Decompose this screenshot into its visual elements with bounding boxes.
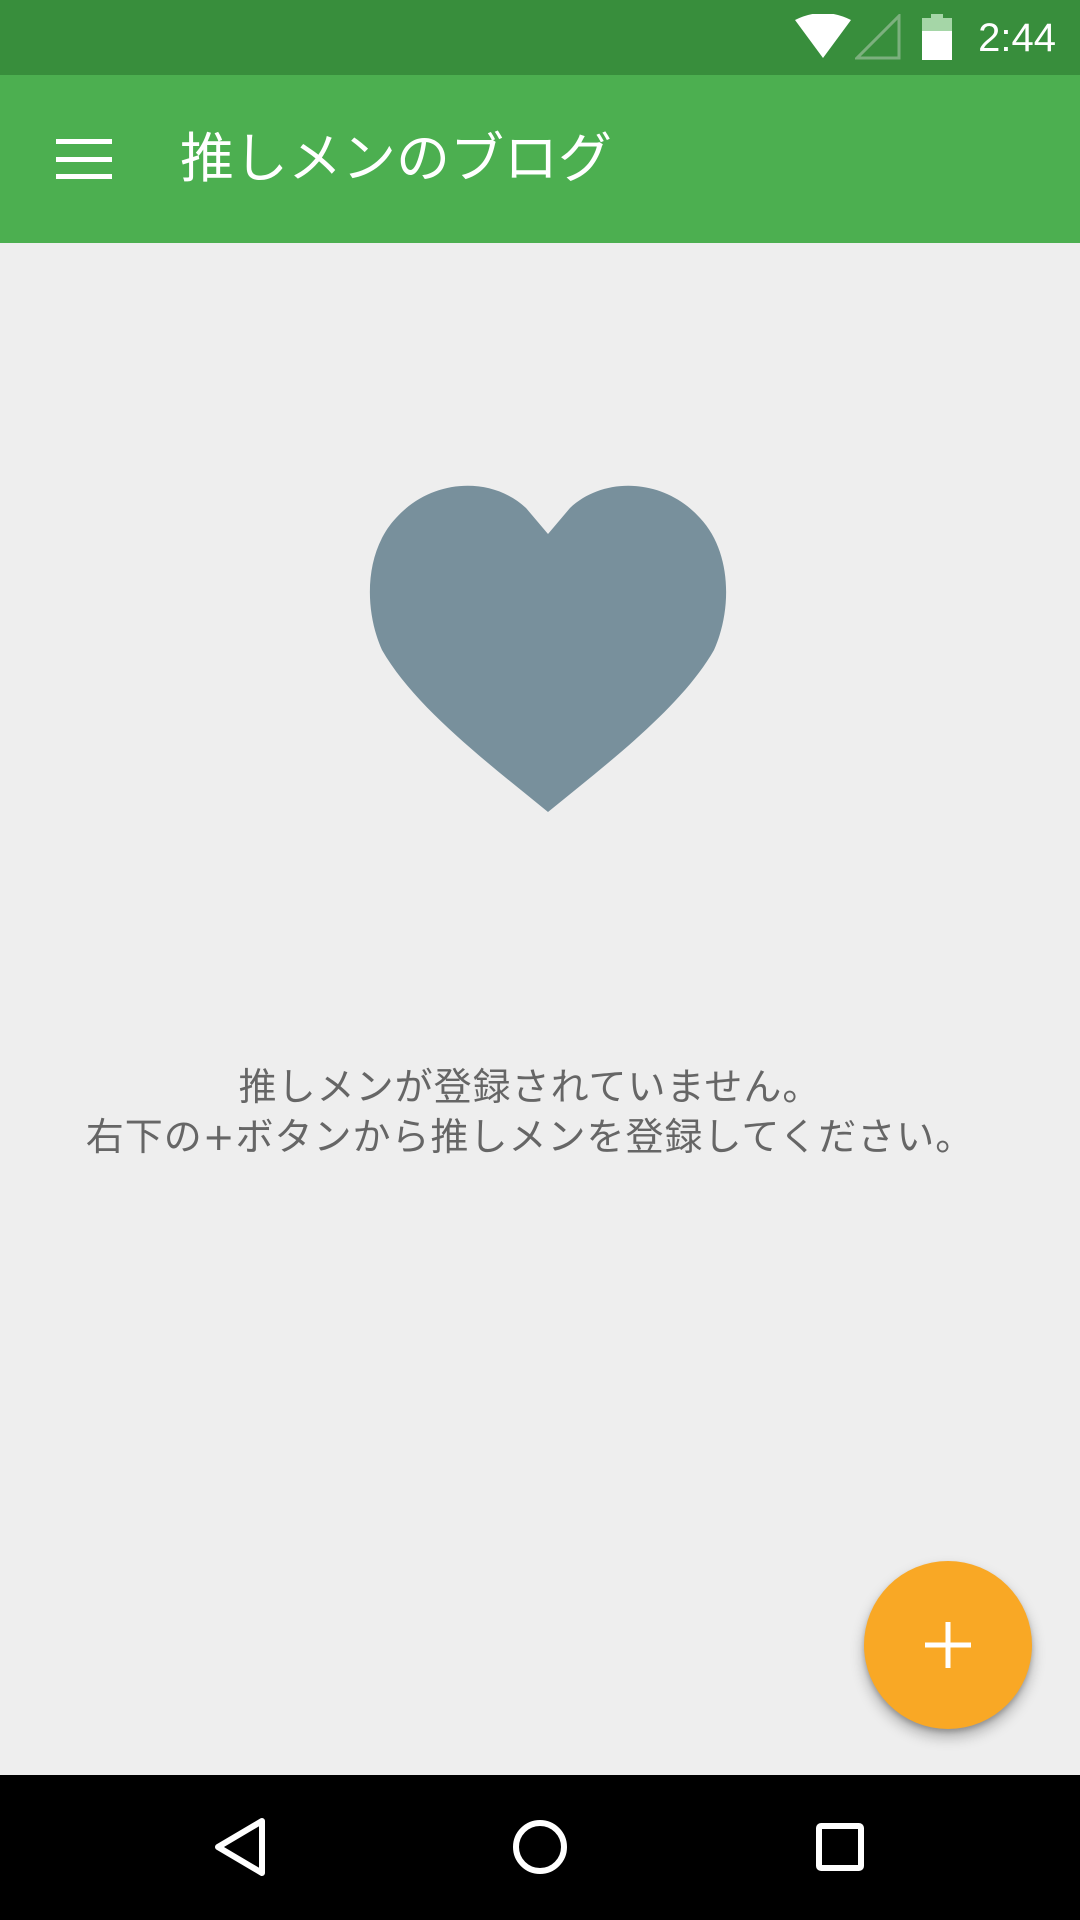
back-button[interactable] [190,1797,290,1897]
menu-button[interactable] [36,117,132,201]
status-time: 2:44 [978,16,1056,60]
navigation-bar [0,1775,1080,1920]
recents-button[interactable] [790,1797,890,1897]
hamburger-menu-icon[interactable] [56,139,112,179]
home-icon[interactable] [512,1819,568,1875]
wifi-icon [795,14,851,58]
empty-message-line-2: 右下の+ボタンから推しメンを登録してください。 [85,1115,975,1159]
plus-icon[interactable] [923,1620,973,1670]
page-title: 推しメンのブログ [180,127,612,190]
app-bar: 推しメンのブログ [0,75,1080,243]
battery-icon [922,14,952,60]
home-button[interactable] [490,1797,590,1897]
back-icon[interactable] [212,1817,268,1877]
empty-message: 推しメンが登録されていません。 右下の+ボタンから推しメンを登録してください。 [0,1062,1060,1162]
cell-signal-icon [855,14,901,60]
recents-icon[interactable] [815,1822,865,1872]
empty-message-line-1: 推しメンが登録されていません。 [238,1065,822,1109]
status-bar: 2:44 [0,0,1080,75]
add-member-button[interactable] [864,1561,1032,1729]
heart-icon [369,485,727,812]
